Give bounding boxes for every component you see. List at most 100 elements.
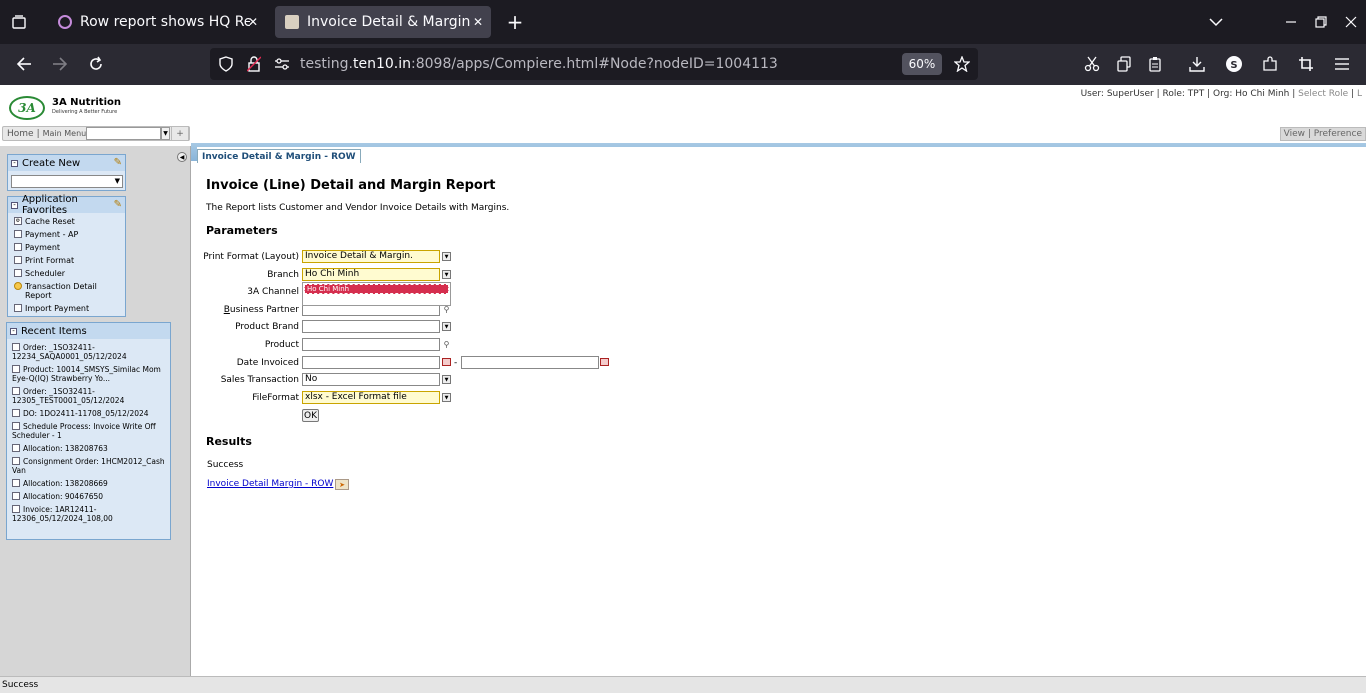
create-new-select[interactable]: ▼ bbox=[11, 175, 123, 188]
window-icon bbox=[12, 365, 20, 373]
close-icon[interactable] bbox=[1340, 11, 1362, 33]
new-tab-icon[interactable]: + bbox=[504, 10, 526, 34]
result-report-link[interactable]: Invoice Detail Margin - ROW bbox=[207, 479, 333, 489]
paste-icon[interactable] bbox=[1144, 53, 1166, 75]
site-settings-icon[interactable] bbox=[272, 53, 292, 75]
chevron-down-icon[interactable]: ▼ bbox=[161, 127, 170, 140]
add-tab-button[interactable]: + bbox=[171, 126, 189, 141]
recent-item[interactable]: Allocation: 138208763 bbox=[7, 442, 170, 455]
print-format-field[interactable]: Invoice Detail & Margin. bbox=[302, 250, 440, 263]
pencil-icon[interactable]: ✎ bbox=[114, 157, 122, 168]
brand-tagline: Delivering A Better Future bbox=[52, 109, 118, 115]
minus-icon[interactable]: - bbox=[11, 201, 18, 209]
window-icon bbox=[12, 387, 20, 395]
recent-item[interactable]: Order: _1SO32411-12234_SAQA0001_05/12/20… bbox=[7, 341, 170, 363]
date-to-field[interactable] bbox=[461, 356, 599, 369]
favorite-item[interactable]: Import Payment bbox=[8, 302, 125, 315]
pencil-icon[interactable]: ✎ bbox=[114, 199, 122, 210]
chevron-down-icon[interactable]: ▼ bbox=[442, 252, 451, 261]
window-icon bbox=[14, 304, 22, 312]
account-icon[interactable]: S bbox=[1223, 53, 1245, 75]
tab-overview-icon[interactable] bbox=[8, 11, 30, 33]
favorite-item[interactable]: Payment bbox=[8, 241, 125, 254]
select-role-link[interactable]: Select Role bbox=[1298, 89, 1348, 99]
calendar-icon[interactable] bbox=[600, 358, 609, 366]
recent-item[interactable]: Schedule Process: Invoice Write Off Sche… bbox=[7, 420, 170, 442]
branch-field[interactable]: Ho Chi Minh bbox=[302, 268, 440, 281]
copy-icon[interactable] bbox=[1113, 53, 1135, 75]
minimize-icon[interactable] bbox=[1280, 11, 1302, 33]
sales-transaction-field[interactable]: No bbox=[302, 373, 440, 386]
restore-icon[interactable] bbox=[1310, 11, 1332, 33]
tab-row-report[interactable]: Row report shows HQ Re ✕ bbox=[48, 6, 266, 38]
shield-icon[interactable] bbox=[216, 53, 236, 75]
recent-item[interactable]: Invoice: 1AR12411-12306_05/12/2024_108,0… bbox=[7, 503, 170, 525]
window-icon bbox=[12, 479, 20, 487]
app-area: 3A 3A Nutrition Delivering A Better Futu… bbox=[0, 85, 1366, 693]
close-icon[interactable]: ✕ bbox=[248, 15, 258, 29]
home-link[interactable]: Home bbox=[3, 129, 34, 139]
cut-icon[interactable] bbox=[1081, 53, 1103, 75]
favorite-label: Payment bbox=[25, 243, 61, 252]
favorite-item[interactable]: Scheduler bbox=[8, 267, 125, 280]
create-new-box: - Create New ✎ ▼ bbox=[7, 154, 126, 191]
view-preference-link[interactable]: View | Preference bbox=[1279, 127, 1366, 141]
download-icon[interactable] bbox=[1186, 53, 1208, 75]
chevron-down-icon[interactable]: ▼ bbox=[442, 375, 451, 384]
chevron-down-icon[interactable]: ▼ bbox=[442, 322, 451, 331]
favorite-item[interactable]: Print Format bbox=[8, 254, 125, 267]
product-field[interactable] bbox=[302, 338, 440, 351]
calendar-icon[interactable] bbox=[442, 358, 451, 366]
create-new-title: Create New bbox=[22, 157, 81, 169]
favorite-item[interactable]: Transaction Detail Report bbox=[8, 280, 125, 302]
minus-icon[interactable]: - bbox=[10, 327, 17, 335]
lock-icon[interactable] bbox=[244, 53, 264, 75]
list-tabs-icon[interactable] bbox=[1205, 11, 1227, 33]
menu-search-input[interactable] bbox=[86, 127, 161, 140]
browser-tab-bar: Row report shows HQ Re ✕ Invoice Detail … bbox=[0, 0, 1366, 44]
recent-item[interactable]: DO: 1DO2411-11708_05/12/2024 bbox=[7, 407, 170, 420]
url-text[interactable]: testing.ten10.in:8098/apps/Compiere.html… bbox=[300, 56, 778, 72]
business-partner-label: Business Partner bbox=[197, 305, 299, 315]
date-from-field[interactable] bbox=[302, 356, 440, 369]
status-bar: Success bbox=[0, 676, 1366, 693]
chevron-down-icon[interactable]: ▼ bbox=[442, 393, 451, 402]
back-icon[interactable] bbox=[13, 53, 35, 75]
chevron-down-icon[interactable]: ▼ bbox=[442, 270, 451, 279]
crop-icon[interactable] bbox=[1295, 53, 1317, 75]
zoom-level-button[interactable]: 60% bbox=[902, 53, 942, 75]
report-export-icon[interactable]: ➤ bbox=[335, 479, 349, 490]
favorites-header[interactable]: - Application Favorites ✎ bbox=[8, 194, 125, 216]
favorite-item[interactable]: Payment - AP bbox=[8, 228, 125, 241]
minus-icon[interactable]: - bbox=[11, 159, 18, 167]
collapse-panel-icon[interactable]: ◀ bbox=[177, 152, 187, 162]
favorite-item[interactable]: ⚙ Cache Reset bbox=[8, 215, 125, 228]
search-icon[interactable]: ⚲ bbox=[442, 305, 451, 314]
file-format-field[interactable]: xlsx - Excel Format file bbox=[302, 391, 440, 404]
forward-icon[interactable] bbox=[49, 53, 71, 75]
brand-name: 3A Nutrition bbox=[52, 97, 122, 108]
main-menu-link[interactable]: Main Menu bbox=[43, 129, 87, 138]
create-new-header[interactable]: - Create New ✎ bbox=[8, 155, 125, 171]
recent-item[interactable]: Allocation: 90467650 bbox=[7, 490, 170, 503]
recent-item[interactable]: Order: _1SO32411-12305_TEST0001_05/12/20… bbox=[7, 385, 170, 407]
recent-items-header[interactable]: - Recent Items bbox=[7, 323, 170, 339]
menu-icon[interactable] bbox=[1331, 53, 1353, 75]
window-icon bbox=[12, 409, 20, 417]
trailing-link[interactable]: L bbox=[1357, 89, 1362, 99]
tab-invoice-detail-margin[interactable]: Invoice Detail & Margin - ROW bbox=[197, 149, 361, 163]
channel-option[interactable]: Ho Chi Minh bbox=[304, 284, 449, 294]
recent-item[interactable]: Consignment Order: 1HCM2012_Cash Van bbox=[7, 455, 170, 477]
ok-button[interactable]: OK bbox=[302, 409, 319, 422]
bookmark-star-icon[interactable] bbox=[951, 53, 973, 75]
close-icon[interactable]: ✕ bbox=[473, 15, 483, 29]
reload-icon[interactable] bbox=[85, 53, 107, 75]
recent-item[interactable]: Allocation: 138208669 bbox=[7, 477, 170, 490]
search-icon[interactable]: ⚲ bbox=[442, 340, 451, 349]
tab-invoice-detail[interactable]: Invoice Detail & Margin - ✕ bbox=[275, 6, 491, 38]
recent-item[interactable]: Product: 10014_SMSYS_Similac Mom Eye-Q(I… bbox=[7, 363, 170, 385]
recent-label: Schedule Process: Invoice Write Off Sche… bbox=[12, 422, 156, 440]
extensions-icon[interactable] bbox=[1259, 53, 1281, 75]
result-status: Success bbox=[207, 460, 244, 470]
product-brand-field[interactable] bbox=[302, 320, 440, 333]
